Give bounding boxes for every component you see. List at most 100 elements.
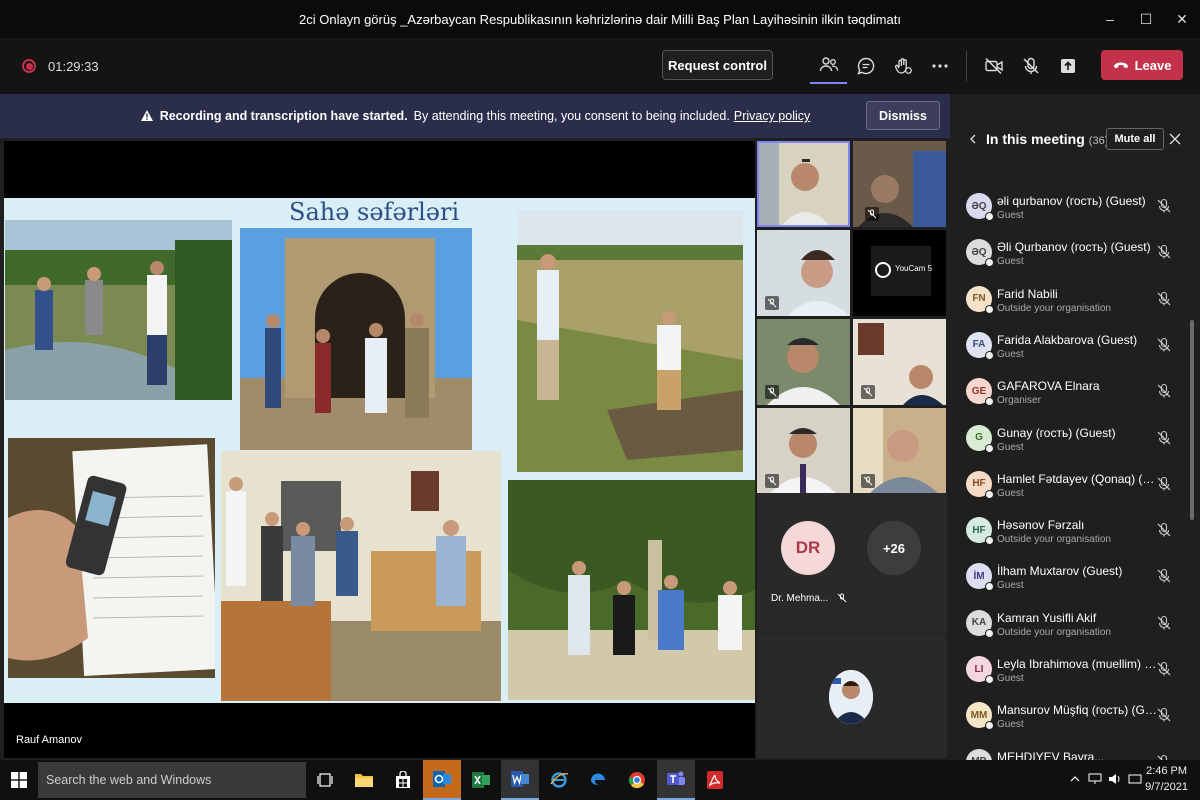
word-icon <box>511 771 529 787</box>
participant-row[interactable]: MM Mansurov Müşfiq (гость) (Gu... Guest <box>950 697 1200 743</box>
windows-logo-icon <box>11 772 27 788</box>
presence-dot <box>985 536 994 546</box>
participant-row[interactable]: FN Farid Nabili Outside your organisation <box>950 281 1200 327</box>
participant-row[interactable]: MB MEHDIYEV Bayra... <box>950 744 1200 760</box>
chat-button[interactable] <box>847 48 884 84</box>
participant-avatar: ƏQ <box>966 239 994 268</box>
system-tray <box>1068 772 1142 786</box>
acrobat-button[interactable] <box>696 760 734 800</box>
participant-avatar: HF <box>966 517 994 546</box>
mic-off-icon[interactable] <box>1156 291 1172 307</box>
privacy-policy-link[interactable]: Privacy policy <box>734 109 810 123</box>
word-button[interactable] <box>501 760 539 800</box>
mic-off-icon[interactable] <box>1156 198 1172 214</box>
keyboard-icon[interactable] <box>1128 772 1142 786</box>
reactions-button[interactable] <box>884 48 921 84</box>
participant-list: ƏQ əli qurbanov (гость) (Guest) Guest ƏQ Əli… <box>950 188 1200 760</box>
leave-button[interactable]: Leave <box>1101 50 1183 80</box>
taskbar-search-input[interactable]: Search the web and Windows <box>38 762 306 798</box>
slide-title: Sahə səfərləri <box>289 198 460 226</box>
mic-off-icon[interactable] <box>1156 337 1172 353</box>
excel-button[interactable] <box>462 760 500 800</box>
mic-off-icon <box>863 387 873 397</box>
video-tile[interactable] <box>853 319 946 405</box>
presentation-slide: Sahə səfərləri <box>4 198 755 703</box>
start-button[interactable] <box>0 760 38 800</box>
mic-off-icon[interactable] <box>1156 661 1172 677</box>
participant-row[interactable]: FA Farida Alakbarova (Guest) Guest <box>950 327 1200 373</box>
chevron-left-icon[interactable] <box>968 134 978 144</box>
participant-row[interactable]: GE GAFAROVA Elnara Organiser <box>950 373 1200 419</box>
presenter-name: Rauf Amanov <box>16 734 83 746</box>
video-tile[interactable] <box>757 230 850 316</box>
edge-button[interactable] <box>579 760 617 800</box>
close-window-button[interactable]: ✕ <box>1164 0 1200 38</box>
participant-row[interactable]: HF Həsənov Fərzalı Outside your organisati… <box>950 512 1200 558</box>
chevron-up-icon[interactable] <box>1068 772 1082 786</box>
participant-row[interactable]: G Gunay (гость) (Guest) Guest <box>950 420 1200 466</box>
participant-name: Farida Alakbarova (Guest) <box>997 332 1138 347</box>
network-icon[interactable] <box>1088 772 1102 786</box>
youcam-placeholder <box>853 230 946 316</box>
mic-off-icon[interactable] <box>1156 430 1172 446</box>
youcam-label: YouCam 5 <box>895 264 933 273</box>
maximize-button[interactable]: ☐ <box>1128 0 1164 38</box>
video-tile[interactable] <box>853 141 946 227</box>
folder-icon <box>355 774 373 787</box>
video-tile[interactable] <box>757 319 850 405</box>
clock[interactable]: 2:46 PM 9/7/2021 <box>1145 763 1188 795</box>
mic-toggle-button[interactable] <box>1012 48 1049 84</box>
mute-all-button[interactable]: Mute all <box>1106 128 1164 150</box>
request-control-button[interactable]: Request control <box>662 50 773 80</box>
video-tile[interactable] <box>757 408 850 494</box>
video-tile[interactable]: YouCam 5 <box>853 230 946 316</box>
toolbar-separator <box>966 51 967 81</box>
toolbar-icons <box>810 48 1086 84</box>
participant-row[interactable]: ƏQ Əli Qurbanov (гость) (Guest) Guest <box>950 234 1200 280</box>
mic-off-icon[interactable] <box>1156 707 1172 723</box>
shared-screen: Sahə səfərləri Rauf Amanov <box>4 141 755 758</box>
volume-icon[interactable] <box>1108 772 1122 786</box>
participant-avatar: FA <box>966 331 994 360</box>
participant-initials: ƏQ <box>971 200 987 212</box>
file-explorer-button[interactable] <box>345 760 383 800</box>
mic-off-icon[interactable] <box>1156 476 1172 492</box>
slide-photo-tree <box>508 480 755 700</box>
panel-title: In this meeting <box>986 131 1085 147</box>
phone-hangup-icon <box>1113 62 1128 69</box>
mic-off-icon[interactable] <box>1156 244 1172 260</box>
self-video-divider <box>757 633 947 634</box>
participant-avatar-dr[interactable]: DR <box>781 521 835 575</box>
participants-button[interactable] <box>810 48 847 84</box>
more-options-button[interactable] <box>921 48 958 84</box>
mic-off-icon[interactable] <box>1156 383 1172 399</box>
mic-off-icon[interactable] <box>1156 522 1172 538</box>
participant-row[interactable]: İM İlham Muxtarov (Guest) Guest <box>950 558 1200 604</box>
minimize-button[interactable]: – <box>1092 0 1128 38</box>
slide-photo-arch <box>240 228 472 450</box>
window-controls: – ☐ ✕ <box>1092 0 1200 38</box>
share-button[interactable] <box>1049 48 1086 84</box>
internet-explorer-button[interactable] <box>540 760 578 800</box>
participant-row[interactable]: KA Kamran Yusifli Akif Outside your organi… <box>950 605 1200 651</box>
task-view-button[interactable] <box>306 760 344 800</box>
more-participants-button[interactable]: +26 <box>867 521 921 575</box>
slide-photo-office <box>221 451 501 701</box>
participant-row[interactable]: ƏQ əli qurbanov (гость) (Guest) Guest <box>950 188 1200 234</box>
teams-button[interactable] <box>657 760 695 800</box>
participant-row[interactable]: HF Hamlet Fətdayev (Qonaq) (Gu... Guest <box>950 466 1200 512</box>
video-tile[interactable] <box>853 408 946 494</box>
participant-row[interactable]: LI Leyla Ibrahimova (muellim) (G... Guest <box>950 651 1200 697</box>
mic-off-icon[interactable] <box>1156 615 1172 631</box>
panel-scrollbar[interactable] <box>1190 320 1194 520</box>
mic-off-icon[interactable] <box>1156 568 1172 584</box>
close-icon[interactable] <box>1169 133 1181 145</box>
participant-avatar: HF <box>966 470 994 499</box>
camera-toggle-button[interactable] <box>975 48 1012 84</box>
self-video-thumbnail[interactable] <box>829 670 873 724</box>
chrome-button[interactable] <box>618 760 656 800</box>
store-button[interactable] <box>384 760 422 800</box>
video-tile[interactable] <box>757 141 850 227</box>
outlook-button[interactable] <box>423 760 461 800</box>
dismiss-button[interactable]: Dismiss <box>866 101 940 130</box>
